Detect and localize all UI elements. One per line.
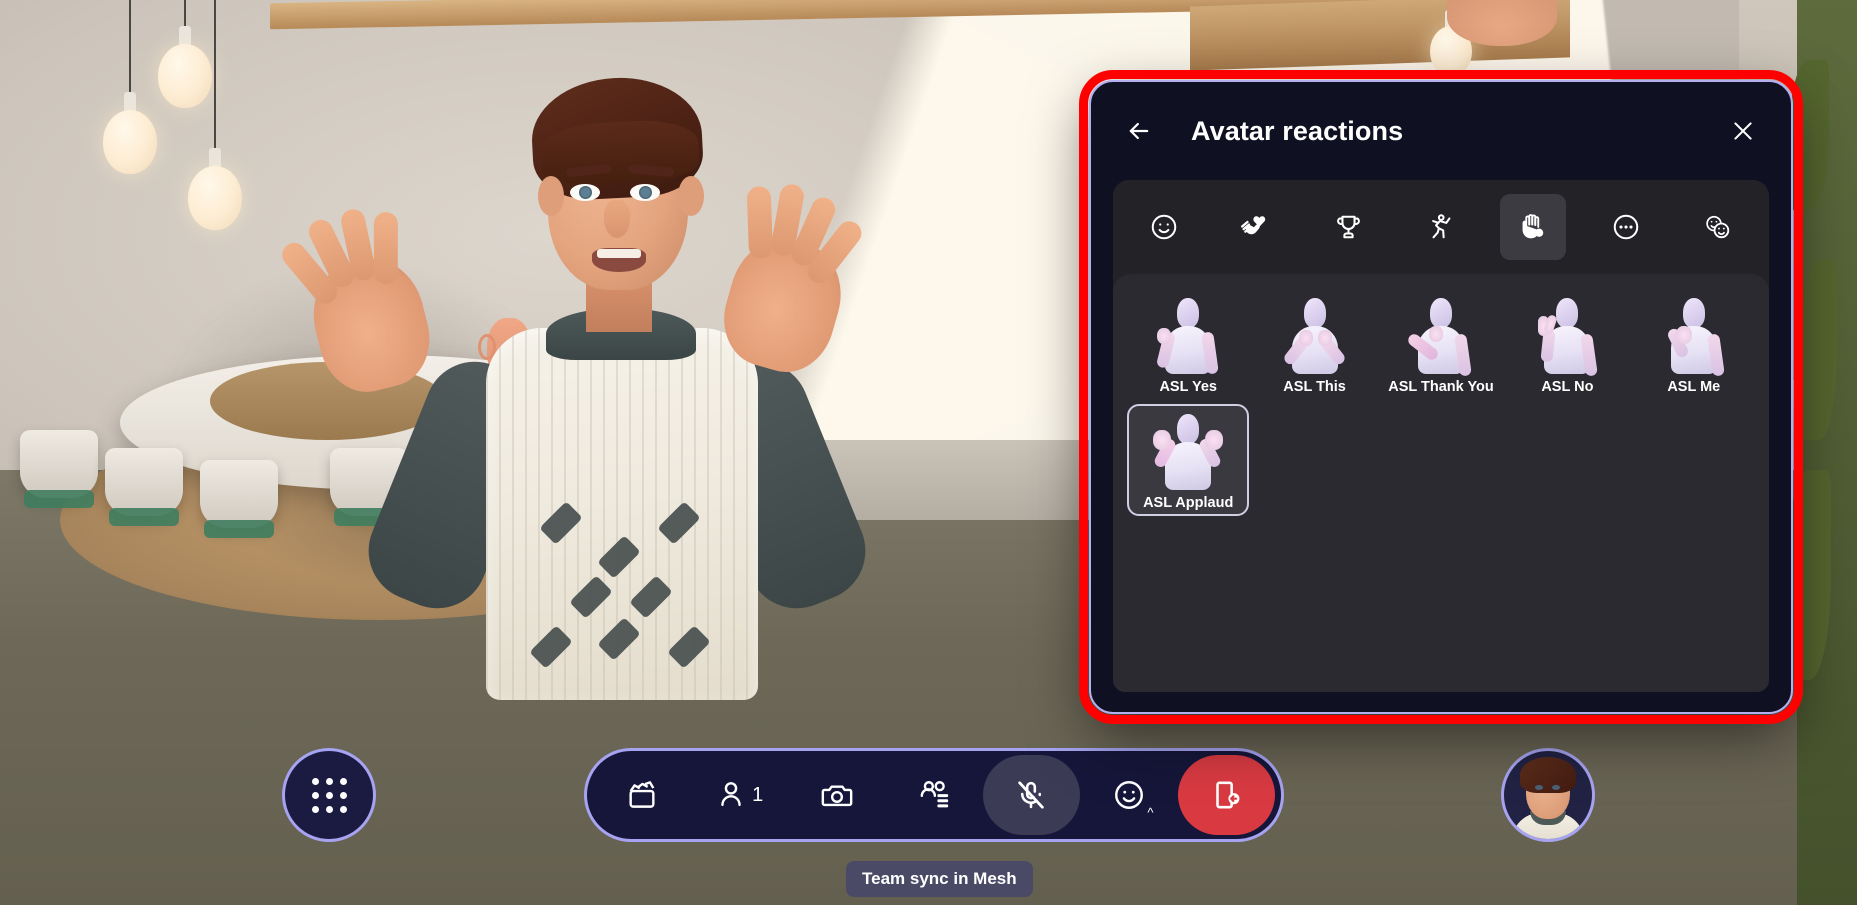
reaction-label: ASL Applaud [1143,494,1234,511]
trophy-icon [1337,215,1361,239]
smiley-face-icon [1151,214,1177,240]
scene-chair [200,460,278,538]
reaction-grid: ASL Yes ASL This ASL Thank You ASL No AS… [1127,288,1755,516]
panel-title: Avatar reactions [1191,115,1404,146]
reaction-item-asl-this[interactable]: ASL This [1253,288,1375,400]
avatar-asl-applaud-icon [1146,412,1230,492]
person-icon [721,782,741,807]
dancing-person-icon [1432,214,1451,239]
reaction-item-asl-me[interactable]: ASL Me [1633,288,1755,400]
avatar-asl-me-icon [1652,296,1736,377]
leave-button[interactable] [1177,755,1275,835]
microphone-button[interactable] [982,755,1081,835]
tab-emotions[interactable] [1131,194,1197,260]
chevron-up-icon: ^ [1147,805,1154,820]
scene-chair [20,430,98,508]
tab-more[interactable] [1593,194,1659,260]
close-button[interactable] [1721,109,1765,153]
camera-icon [821,785,852,807]
reaction-label: ASL Thank You [1388,378,1494,395]
people-view-icon [920,781,949,808]
tab-stickers[interactable] [1685,194,1751,260]
avatar-asl-this-icon [1273,296,1357,376]
foreground-avatar [277,60,920,700]
reaction-item-asl-thank-you[interactable]: ASL Thank You [1380,288,1502,400]
avatar-asl-thankyou-icon [1399,296,1483,377]
scene-plant [1787,0,1857,905]
clapperboard-icon [629,781,655,808]
panel-body: ASL Yes ASL This ASL Thank You ASL No AS… [1113,180,1769,692]
microphone-muted-icon [1018,781,1045,809]
self-avatar-thumbnail[interactable] [1501,748,1595,842]
participants-button[interactable]: 1 [690,755,787,835]
apps-launcher-button[interactable] [282,748,376,842]
leave-door-icon [1216,781,1240,809]
reaction-item-asl-applaud[interactable]: ASL Applaud [1127,404,1250,516]
share-content-button[interactable] [593,755,690,835]
participant-count: 1 [752,783,764,806]
tab-applause[interactable] [1223,194,1289,260]
reaction-label: ASL This [1283,378,1346,395]
reaction-item-asl-yes[interactable]: ASL Yes [1127,288,1249,400]
double-smiley-icon [1706,215,1730,239]
view-options-button[interactable] [885,755,982,835]
smiley-face-icon [1114,781,1143,809]
more-ellipsis-icon [1613,214,1638,240]
scene-chair [105,448,183,526]
reaction-category-tabs [1113,180,1769,274]
reaction-label: ASL Me [1667,378,1721,395]
mesh-app-window: Avatar reactions ASL Yes ASL This ASL Th… [0,0,1857,905]
tab-signs[interactable] [1500,194,1567,260]
reaction-label: ASL Yes [1159,378,1217,395]
hand-sign-language-icon [1522,214,1544,239]
reaction-grid-area: ASL Yes ASL This ASL Thank You ASL No AS… [1113,274,1769,692]
reaction-label: ASL No [1541,378,1594,395]
avatar-asl-yes-icon [1146,296,1230,376]
reactions-button[interactable]: ^ [1080,755,1177,835]
tab-celebrate[interactable] [1316,194,1382,260]
camera-button[interactable] [788,755,885,835]
status-badge: Team sync in Mesh [846,861,1033,897]
back-button[interactable] [1117,109,1161,153]
hand-heart-applause-icon [1241,216,1266,235]
avatar-reactions-panel: Avatar reactions ASL Yes ASL This ASL Th… [1089,80,1793,714]
grid-dots-icon [311,777,347,813]
avatar-asl-no-icon [1525,296,1609,377]
reaction-item-asl-no[interactable]: ASL No [1506,288,1628,400]
panel-header: Avatar reactions [1091,82,1791,180]
meeting-toolbar: 1 ^ [584,748,1284,842]
tab-dance[interactable] [1408,194,1474,260]
